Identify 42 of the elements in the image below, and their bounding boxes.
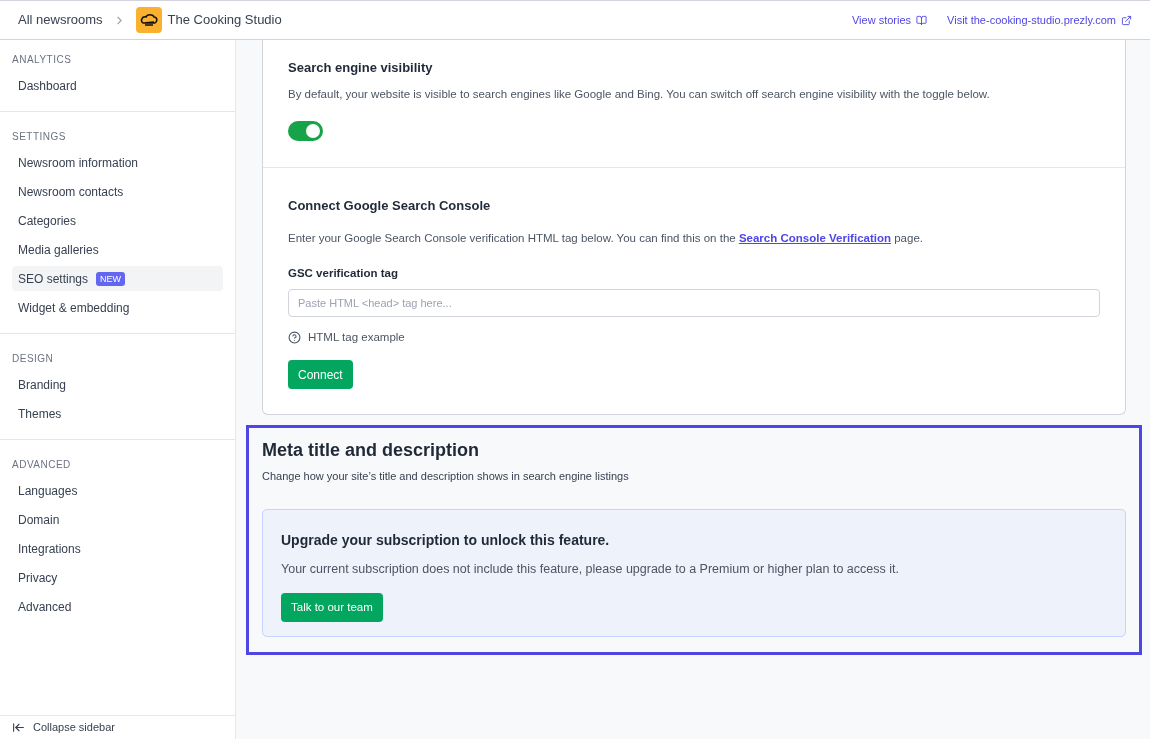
section-title: Connect Google Search Console xyxy=(288,196,492,215)
section-heading: ANALYTICS xyxy=(12,53,73,67)
sidebar-item[interactable]: Newsroom contacts xyxy=(12,179,223,204)
sidebar-item[interactable]: Integrations xyxy=(12,536,223,561)
sidebar-item[interactable]: Languages xyxy=(12,478,223,503)
help-link[interactable]: HTML tag example xyxy=(308,328,405,346)
sidebar-item[interactable]: Branding xyxy=(12,372,223,397)
sidebar-item[interactable]: Dashboard xyxy=(12,73,223,98)
sidebar-item[interactable]: Themes xyxy=(12,401,223,426)
meta-title: Meta title and description xyxy=(262,439,481,462)
field-label: GSC verification tag xyxy=(288,265,399,281)
section-heading: ADVANCED xyxy=(12,458,72,472)
section-heading: SETTINGS xyxy=(12,130,67,144)
section-description: By default, your website is visible to search engines like Google and Bing. You can switch off search engine visibility with the toggle below. xyxy=(288,86,991,102)
newsroom-name: The Cooking Studio xyxy=(167,11,282,30)
collapse-icon xyxy=(12,721,25,734)
visibility-toggle[interactable] xyxy=(288,120,323,141)
new-badge: NEW xyxy=(96,271,126,286)
section-heading: DESIGN xyxy=(12,352,55,366)
external-link-icon xyxy=(1121,14,1132,26)
upgrade-title: Upgrade your subscription to unlock this feature. xyxy=(281,530,611,550)
verification-link[interactable]: Search Console Verification xyxy=(738,232,891,245)
chef-hat-logo-icon xyxy=(135,7,162,33)
book-icon xyxy=(916,14,928,26)
sidebar-item[interactable]: Newsroom information xyxy=(12,150,223,175)
upgrade-text: Your current subscription does not include this feature, please upgrade to a Premium or higher plan to access it. xyxy=(281,560,900,578)
collapse-sidebar-button[interactable]: Collapse sidebar xyxy=(12,719,115,736)
meta-subtitle: Change how your site’s title and description shows in search engine listings xyxy=(262,469,630,484)
sidebar-item[interactable]: SEO settings NEW xyxy=(12,266,223,291)
help-icon xyxy=(288,330,301,344)
sidebar-item[interactable]: Widget & embedding xyxy=(12,295,223,320)
sidebar-item[interactable]: Categories xyxy=(12,208,223,233)
header-link[interactable]: Visit the-cooking-studio.prezly.com xyxy=(947,11,1132,29)
breadcrumb-link[interactable]: All newsrooms xyxy=(18,10,103,30)
header-link[interactable]: View stories xyxy=(851,11,928,29)
sidebar-item[interactable]: Domain xyxy=(12,507,223,532)
sidebar-item[interactable]: Privacy xyxy=(12,565,223,590)
sidebar-item[interactable]: Media galleries xyxy=(12,237,223,262)
section-title: Search engine visibility xyxy=(288,59,434,77)
sidebar-item[interactable]: Advanced xyxy=(12,594,223,619)
section-description: Enter your Google Search Console verification HTML tag below. You can find this on the Search Console Verification page. xyxy=(288,231,924,247)
gsc-tag-input[interactable]: Paste HTML <head> tag here... xyxy=(288,288,1100,317)
